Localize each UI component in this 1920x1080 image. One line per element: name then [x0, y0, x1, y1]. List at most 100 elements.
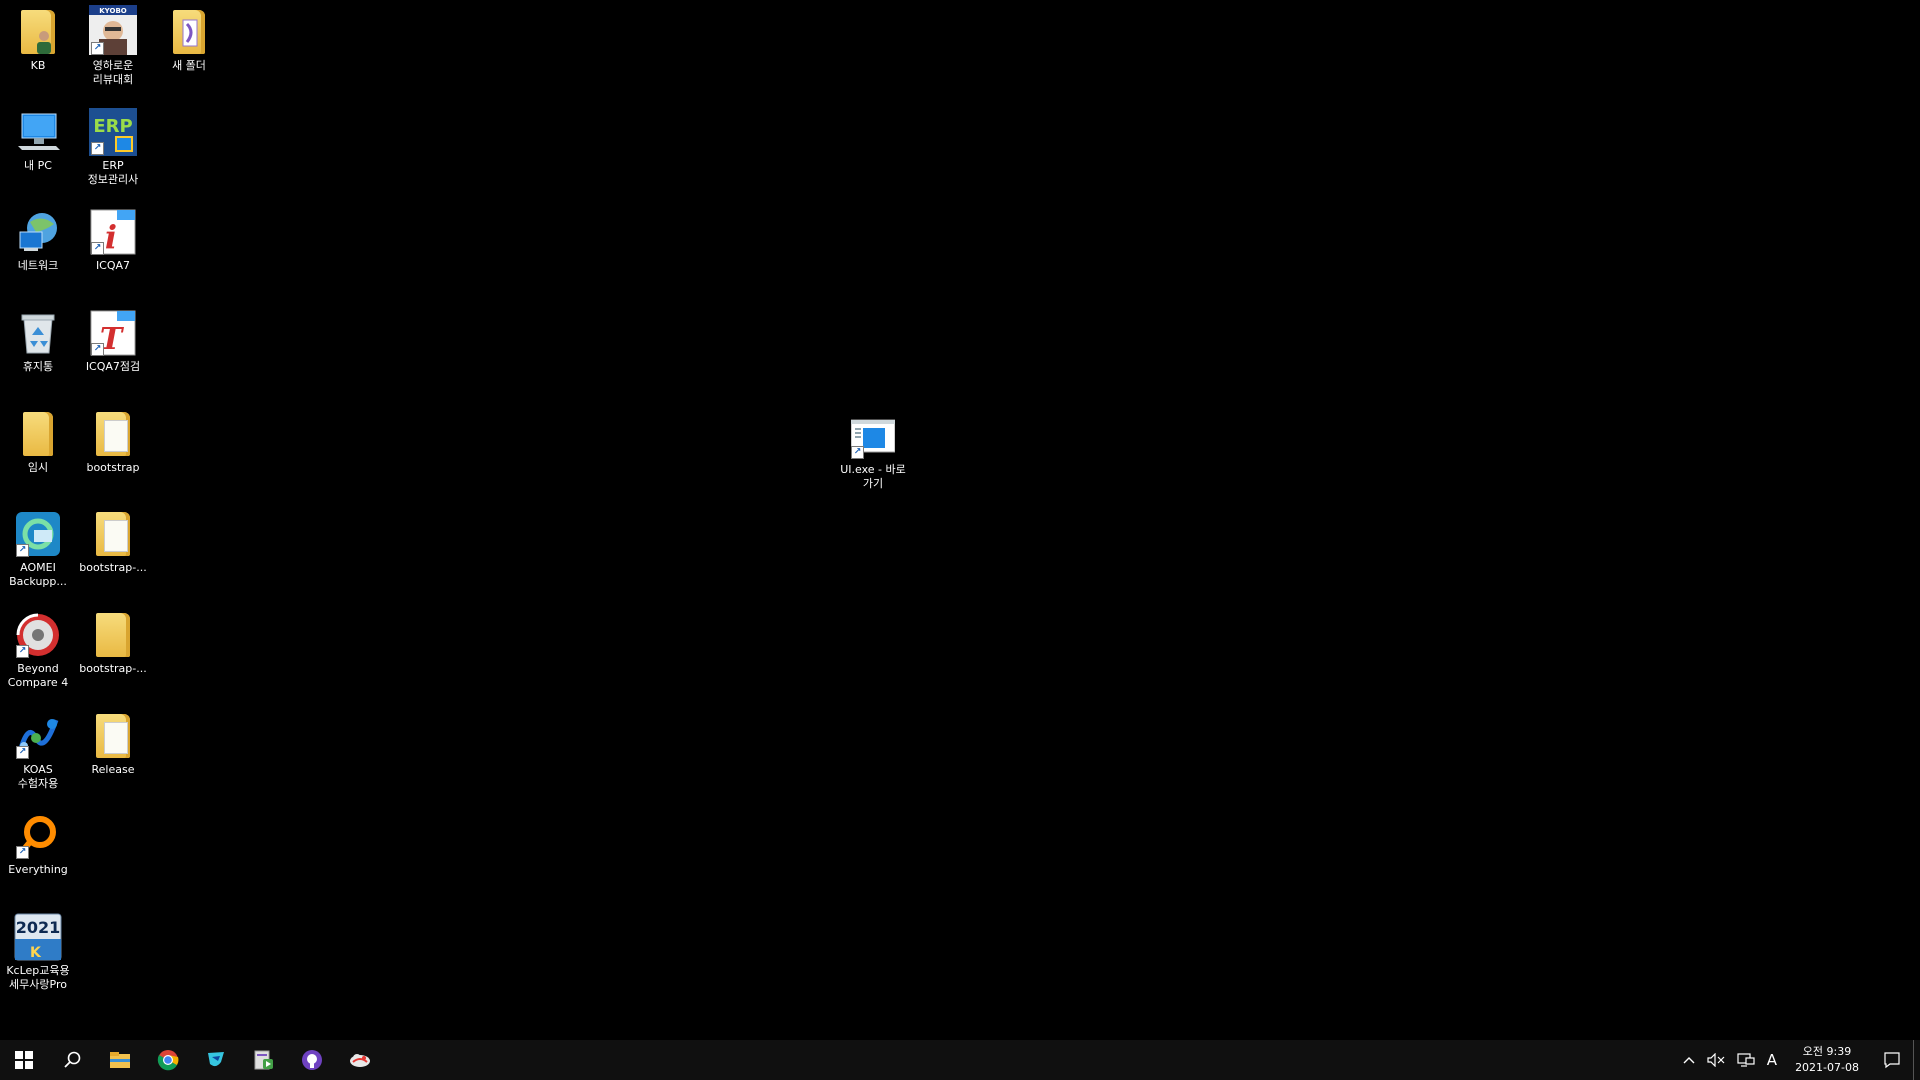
- desktop-icon-label: 네트워크: [17, 259, 59, 272]
- desktop-icon-label: KOAS 수험자용: [17, 763, 59, 790]
- sourcetree-button[interactable]: [192, 1040, 240, 1080]
- clock[interactable]: 오전 9:39 2021-07-08: [1783, 1044, 1871, 1076]
- shortcut-arrow-icon: ↗: [91, 42, 104, 55]
- shortcut-arrow-icon: ↗: [91, 142, 104, 155]
- shortcut-arrow-icon: ↗: [16, 544, 29, 557]
- desktop-icon-koas[interactable]: ↗ KOAS 수험자용: [0, 712, 76, 791]
- kyobo-shortcut-icon: KYOBO ↗: [89, 4, 137, 56]
- kclep-year-badge: 2021: [16, 918, 61, 937]
- icqa7-check-icon: T ↗: [89, 309, 137, 357]
- desktop-icon-network[interactable]: 네트워크: [0, 208, 76, 273]
- desktop-icon-label: 새 폴더: [172, 59, 206, 72]
- erp-icon: ERP ↗: [89, 108, 137, 156]
- folder-icon: [110, 1052, 130, 1068]
- folder-paper: [104, 420, 128, 452]
- svg-text:KYOBO: KYOBO: [99, 7, 127, 15]
- folder-paper: [104, 722, 128, 754]
- desktop-icon-icqa7[interactable]: i ↗ ICQA7: [75, 208, 151, 273]
- desktop-icon-label: 임시: [27, 461, 49, 474]
- desktop-icon-aomei[interactable]: ↗ AOMEI Backupp...: [0, 510, 76, 589]
- cloud-icon: [350, 1054, 370, 1067]
- document-play-icon: [254, 1050, 273, 1070]
- show-hidden-icons-button[interactable]: [1677, 1040, 1701, 1080]
- shortcut-arrow-icon: ↗: [16, 846, 29, 859]
- desktop-icon-everything[interactable]: ↗ Everything: [0, 812, 76, 877]
- svg-text:K: K: [30, 945, 42, 961]
- new-folder-icon: [165, 8, 213, 56]
- computer-icon: [14, 108, 62, 156]
- desktop-icon-label: AOMEI Backupp...: [9, 561, 67, 588]
- desktop-icon-kclep[interactable]: 2021 K KcLep교육용 세무사랑Pro: [0, 913, 76, 992]
- notification-icon: [1884, 1052, 1900, 1069]
- desktop-icon-recycle-bin[interactable]: 휴지통: [0, 309, 76, 374]
- volume-button[interactable]: [1701, 1040, 1731, 1080]
- desktop-icon-label: Beyond Compare 4: [7, 662, 69, 689]
- desktop-icon-bootstrap-3[interactable]: bootstrap-...: [75, 611, 151, 676]
- desktop-icon-bootstrap[interactable]: bootstrap: [75, 410, 151, 475]
- ime-label: A: [1766, 1051, 1778, 1069]
- desktop-icon-label: bootstrap-...: [79, 561, 147, 574]
- desktop[interactable]: KB 내 PC 네트워크 휴지통 임시 ↗ AOMEI Backupp... ↗…: [0, 0, 1920, 1040]
- desktop-icon-label: 휴지통: [22, 360, 54, 373]
- svg-text:i: i: [105, 218, 117, 256]
- folder-icon: [89, 611, 137, 659]
- shortcut-arrow-icon: ↗: [91, 343, 104, 356]
- everything-search-icon: ↗: [14, 812, 62, 860]
- clock-time: 오전 9:39: [1802, 1045, 1852, 1058]
- media-app-button[interactable]: [240, 1040, 288, 1080]
- sourcetree-icon: [208, 1052, 224, 1067]
- shortcut-arrow-icon: ↗: [16, 746, 29, 759]
- desktop-icon-kb[interactable]: KB: [0, 8, 76, 73]
- desktop-icon-ui-exe-shortcut[interactable]: ↗ UI.exe - 바로 가기: [835, 412, 911, 491]
- icqa7-icon: i ↗: [89, 208, 137, 256]
- desktop-icon-label: ERP 정보관리사: [87, 159, 139, 186]
- show-desktop-button[interactable]: [1913, 1040, 1920, 1080]
- folder-icon: [89, 712, 137, 760]
- cloud-app-button[interactable]: [336, 1040, 384, 1080]
- desktop-icon-kyobo-review[interactable]: KYOBO ↗ 영하로운 리뷰대회: [75, 4, 151, 87]
- kclep-icon: 2021 K: [14, 913, 62, 961]
- start-button[interactable]: [0, 1040, 48, 1080]
- desktop-icon-new-folder[interactable]: 새 폴더: [151, 8, 227, 73]
- folder-icon: [14, 410, 62, 458]
- app-shortcut-icon: ↗: [849, 412, 897, 460]
- input-method-indicator[interactable]: A: [1761, 1040, 1783, 1080]
- system-tray: A 오전 9:39 2021-07-08: [1677, 1040, 1920, 1080]
- desktop-icon-temp-folder[interactable]: 임시: [0, 410, 76, 475]
- file-explorer-button[interactable]: [96, 1040, 144, 1080]
- network-icon: [14, 208, 62, 256]
- shortcut-arrow-icon: ↗: [16, 645, 29, 658]
- github-icon: [302, 1050, 322, 1070]
- desktop-icon-beyond-compare[interactable]: ↗ Beyond Compare 4: [0, 611, 76, 690]
- desktop-icon-erp[interactable]: ERP ↗ ERP 정보관리사: [75, 108, 151, 187]
- action-center-button[interactable]: [1871, 1040, 1913, 1080]
- desktop-icon-label: bootstrap: [86, 461, 140, 474]
- taskbar: A 오전 9:39 2021-07-08: [0, 1040, 1920, 1080]
- desktop-icon-this-pc[interactable]: 내 PC: [0, 108, 76, 173]
- desktop-icon-release[interactable]: Release: [75, 712, 151, 777]
- github-desktop-button[interactable]: [288, 1040, 336, 1080]
- desktop-icon-icqa7-check[interactable]: T ↗ ICQA7점검: [75, 309, 151, 374]
- aomei-backupper-icon: ↗: [14, 510, 62, 558]
- desktop-icon-bootstrap-2[interactable]: bootstrap-...: [75, 510, 151, 575]
- folder-user-icon: [14, 8, 62, 56]
- desktop-icon-label: bootstrap-...: [79, 662, 147, 675]
- desktop-icon-label: 내 PC: [24, 159, 52, 172]
- desktop-icon-label: Release: [91, 763, 135, 776]
- desktop-icon-label: 영하로운 리뷰대회: [92, 59, 134, 86]
- folder-icon: [89, 410, 137, 458]
- network-status-button[interactable]: [1731, 1040, 1761, 1080]
- windows-logo-icon: [15, 1051, 33, 1069]
- chrome-button[interactable]: [144, 1040, 192, 1080]
- beyond-compare-icon: ↗: [14, 611, 62, 659]
- desktop-icon-label: KcLep교육용 세무사랑Pro: [6, 964, 70, 991]
- folder-paper: [104, 520, 128, 552]
- desktop-icon-label: ICQA7: [95, 259, 131, 272]
- desktop-icon-label: Everything: [8, 863, 68, 876]
- search-button[interactable]: [48, 1040, 96, 1080]
- desktop-icon-label: KB: [30, 59, 46, 72]
- desktop-icon-label: UI.exe - 바로 가기: [840, 463, 906, 490]
- shortcut-arrow-icon: ↗: [851, 446, 864, 459]
- clock-date: 2021-07-08: [1795, 1061, 1859, 1074]
- search-icon: [64, 1051, 81, 1068]
